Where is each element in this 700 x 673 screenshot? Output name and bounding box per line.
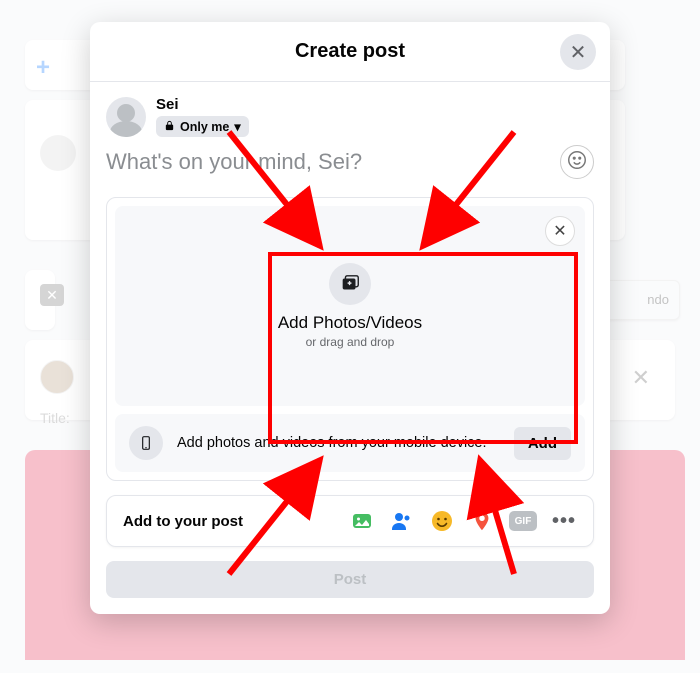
- add-to-post-row: Add to your post GIF •••: [106, 495, 594, 547]
- user-row: Sei Only me ▾: [106, 96, 594, 137]
- dropzone-title: Add Photos/Videos: [278, 313, 422, 333]
- audience-label: Only me: [180, 120, 229, 134]
- tag-people-icon[interactable]: [389, 508, 415, 534]
- post-button[interactable]: Post: [106, 561, 594, 598]
- close-button[interactable]: ✕: [560, 34, 596, 70]
- mobile-upload-text: Add photos and videos from your mobile d…: [177, 435, 500, 451]
- modal-body: Sei Only me ▾ ✕: [90, 82, 610, 614]
- enhance-icons: GIF •••: [349, 508, 577, 534]
- add-to-post-label: Add to your post: [123, 513, 243, 530]
- modal-title: Create post: [90, 40, 610, 63]
- avatar[interactable]: [106, 97, 146, 137]
- emoji-picker-button[interactable]: [560, 145, 594, 179]
- close-dropzone-button[interactable]: ✕: [545, 216, 575, 246]
- media-dropzone[interactable]: ✕ Add Photos/Videos or drag and drop: [115, 206, 585, 406]
- location-icon[interactable]: [469, 508, 495, 534]
- composer-row: [106, 145, 594, 179]
- more-options-icon[interactable]: •••: [551, 508, 577, 534]
- media-area: ✕ Add Photos/Videos or drag and drop Add…: [106, 197, 594, 481]
- mobile-add-button[interactable]: Add: [514, 427, 571, 460]
- user-meta: Sei Only me ▾: [156, 96, 249, 137]
- gif-icon[interactable]: GIF: [509, 511, 537, 531]
- photo-video-icon[interactable]: [349, 508, 375, 534]
- feeling-icon[interactable]: [429, 508, 455, 534]
- modal-header: Create post ✕: [90, 22, 610, 82]
- close-icon: ✕: [570, 40, 587, 65]
- mobile-icon: [129, 426, 163, 460]
- chevron-down-icon: ▾: [234, 119, 240, 134]
- create-post-modal: Create post ✕ Sei Only me ▾: [90, 22, 610, 614]
- user-name[interactable]: Sei: [156, 96, 249, 113]
- composer-input[interactable]: [106, 149, 521, 175]
- lock-icon: [164, 120, 175, 134]
- dropzone-subtitle: or drag and drop: [306, 335, 395, 349]
- mobile-upload-row: Add photos and videos from your mobile d…: [115, 414, 585, 472]
- add-media-icon: [329, 263, 371, 305]
- close-icon: ✕: [553, 221, 566, 241]
- audience-selector[interactable]: Only me ▾: [156, 116, 249, 137]
- smiley-icon: [566, 149, 588, 176]
